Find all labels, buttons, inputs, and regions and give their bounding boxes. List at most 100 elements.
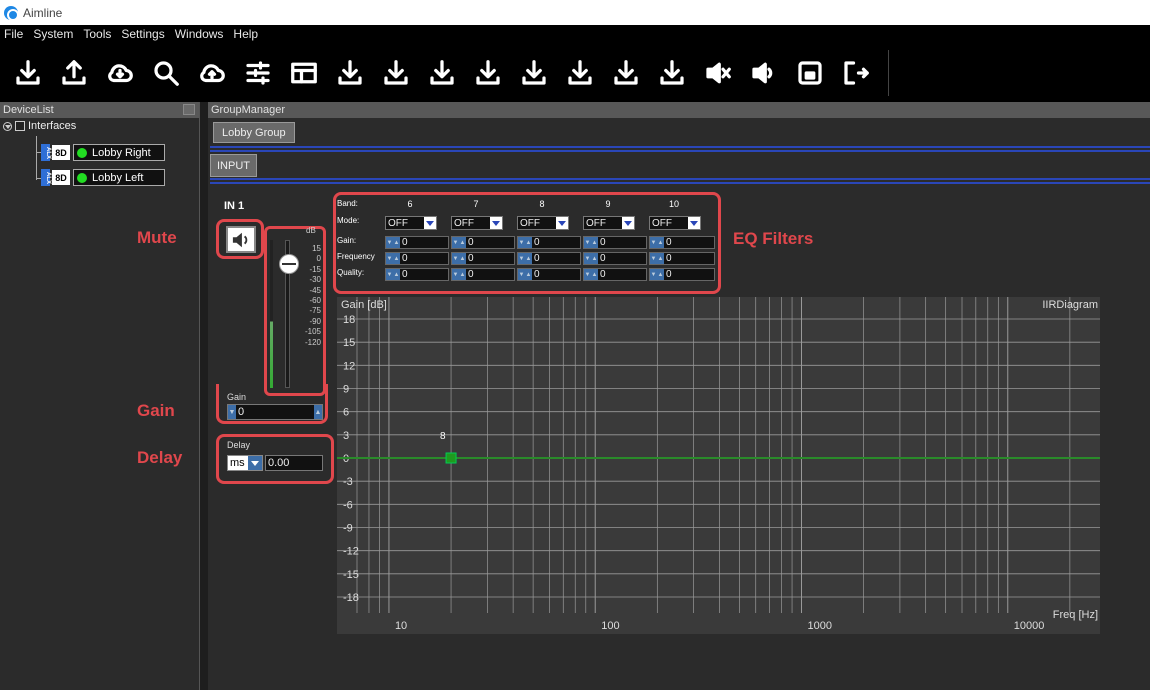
unmute-all-button[interactable]	[748, 55, 780, 91]
mute-button[interactable]	[226, 226, 256, 253]
eq-quality-spinbox[interactable]: ▼ ▲ 0	[385, 268, 449, 281]
menu-tools[interactable]: Tools	[83, 27, 111, 41]
delay-input[interactable]: 0.00	[265, 455, 323, 471]
eq-gain-value[interactable]: 0	[598, 237, 646, 248]
eq-increment[interactable]: ▲	[591, 237, 598, 248]
eq-increment[interactable]: ▲	[525, 253, 532, 264]
eq-decrement[interactable]: ▼	[386, 237, 393, 248]
eq-frequency-value[interactable]: 0	[466, 253, 514, 264]
collapse-panel-button[interactable]	[183, 104, 195, 115]
download-button-6[interactable]	[564, 55, 596, 91]
download-button-1[interactable]	[334, 55, 366, 91]
chevron-down-icon[interactable]	[424, 217, 436, 229]
eq-increment[interactable]: ▲	[393, 237, 400, 248]
download-button-5[interactable]	[518, 55, 550, 91]
chevron-down-icon[interactable]	[556, 217, 568, 229]
menu-system[interactable]: System	[33, 27, 73, 41]
eq-decrement[interactable]: ▼	[452, 253, 459, 264]
eq-gain-value[interactable]: 0	[532, 237, 580, 248]
eq-increment[interactable]: ▲	[525, 237, 532, 248]
eq-mode-select[interactable]: OFF	[649, 216, 701, 230]
download-button-8[interactable]	[656, 55, 688, 91]
eq-increment[interactable]: ▲	[459, 237, 466, 248]
layout-button[interactable]	[288, 55, 320, 91]
download-button-4[interactable]	[472, 55, 504, 91]
download-button-7[interactable]	[610, 55, 642, 91]
eq-gain-spinbox[interactable]: ▼ ▲ 0	[583, 236, 647, 249]
eq-increment[interactable]: ▲	[657, 237, 664, 248]
eq-mode-select[interactable]: OFF	[583, 216, 635, 230]
eq-decrement[interactable]: ▼	[386, 253, 393, 264]
eq-quality-value[interactable]: 0	[598, 269, 646, 280]
eq-mode-select[interactable]: OFF	[451, 216, 503, 230]
eq-gain-spinbox[interactable]: ▼ ▲ 0	[517, 236, 581, 249]
eq-frequency-spinbox[interactable]: ▼ ▲ 0	[649, 252, 715, 265]
tab-lobby-group[interactable]: Lobby Group	[213, 122, 295, 143]
eq-gain-value[interactable]: 0	[400, 237, 448, 248]
download-button-2[interactable]	[380, 55, 412, 91]
save-button[interactable]	[794, 55, 826, 91]
eq-decrement[interactable]: ▼	[584, 253, 591, 264]
download-button[interactable]	[12, 55, 44, 91]
delay-unit-select[interactable]: ms	[227, 455, 263, 471]
cloud-upload-button[interactable]	[196, 55, 228, 91]
eq-decrement[interactable]: ▼	[452, 269, 459, 280]
eq-decrement[interactable]: ▼	[452, 237, 459, 248]
upload-button[interactable]	[58, 55, 90, 91]
eq-gain-spinbox[interactable]: ▼ ▲ 0	[649, 236, 715, 249]
eq-gain-spinbox[interactable]: ▼ ▲ 0	[385, 236, 449, 249]
eq-increment[interactable]: ▲	[393, 269, 400, 280]
eq-decrement[interactable]: ▼	[584, 237, 591, 248]
eq-gain-value[interactable]: 0	[466, 237, 514, 248]
eq-decrement[interactable]: ▼	[518, 237, 525, 248]
eq-gain-value[interactable]: 0	[664, 237, 714, 248]
device-item-lobby-left[interactable]: ALX 8D Lobby Left	[41, 169, 165, 186]
menu-help[interactable]: Help	[233, 27, 258, 41]
chevron-down-icon[interactable]	[490, 217, 502, 229]
eq-mode-select[interactable]: OFF	[385, 216, 437, 230]
device-name-box[interactable]: Lobby Right	[73, 144, 165, 161]
exit-button[interactable]	[840, 55, 872, 91]
eq-frequency-spinbox[interactable]: ▼ ▲ 0	[583, 252, 647, 265]
eq-increment[interactable]: ▲	[525, 269, 532, 280]
eq-decrement[interactable]: ▼	[518, 253, 525, 264]
eq-increment[interactable]: ▲	[459, 253, 466, 264]
search-button[interactable]	[150, 55, 182, 91]
eq-mode-select[interactable]: OFF	[517, 216, 569, 230]
eq-frequency-value[interactable]: 0	[664, 253, 714, 264]
menu-file[interactable]: File	[4, 27, 23, 41]
gain-decrement[interactable]: ▼	[228, 405, 236, 419]
gain-spinbox[interactable]: ▼ 0 ▲	[227, 404, 323, 420]
interfaces-checkbox[interactable]	[15, 121, 25, 131]
eq-decrement[interactable]: ▼	[650, 253, 657, 264]
mute-all-button[interactable]	[702, 55, 734, 91]
eq-increment[interactable]: ▲	[657, 269, 664, 280]
menu-settings[interactable]: Settings	[121, 27, 164, 41]
eq-quality-spinbox[interactable]: ▼ ▲ 0	[451, 268, 515, 281]
chevron-down-icon[interactable]	[688, 217, 700, 229]
tree-root-interfaces[interactable]: Interfaces	[0, 118, 199, 134]
tab-input[interactable]: INPUT	[210, 154, 257, 177]
eq-quality-value[interactable]: 0	[664, 269, 714, 280]
eq-increment[interactable]: ▲	[459, 269, 466, 280]
eq-increment[interactable]: ▲	[393, 253, 400, 264]
eq-decrement[interactable]: ▼	[518, 269, 525, 280]
eq-frequency-spinbox[interactable]: ▼ ▲ 0	[451, 252, 515, 265]
gain-value[interactable]: 0	[236, 406, 314, 418]
chevron-down-icon[interactable]	[622, 217, 634, 229]
eq-increment[interactable]: ▲	[591, 269, 598, 280]
eq-increment[interactable]: ▲	[657, 253, 664, 264]
fader-knob[interactable]	[279, 254, 299, 274]
delay-value[interactable]: 0.00	[266, 457, 322, 469]
menu-windows[interactable]: Windows	[175, 27, 224, 41]
eq-frequency-spinbox[interactable]: ▼ ▲ 0	[517, 252, 581, 265]
eq-quality-spinbox[interactable]: ▼ ▲ 0	[517, 268, 581, 281]
eq-quality-spinbox[interactable]: ▼ ▲ 0	[649, 268, 715, 281]
download-button-3[interactable]	[426, 55, 458, 91]
chevron-down-icon[interactable]	[248, 456, 262, 470]
eq-frequency-value[interactable]: 0	[532, 253, 580, 264]
device-name-box[interactable]: Lobby Left	[73, 169, 165, 186]
eq-quality-value[interactable]: 0	[400, 269, 448, 280]
eq-frequency-value[interactable]: 0	[400, 253, 448, 264]
cloud-download-button[interactable]	[104, 55, 136, 91]
